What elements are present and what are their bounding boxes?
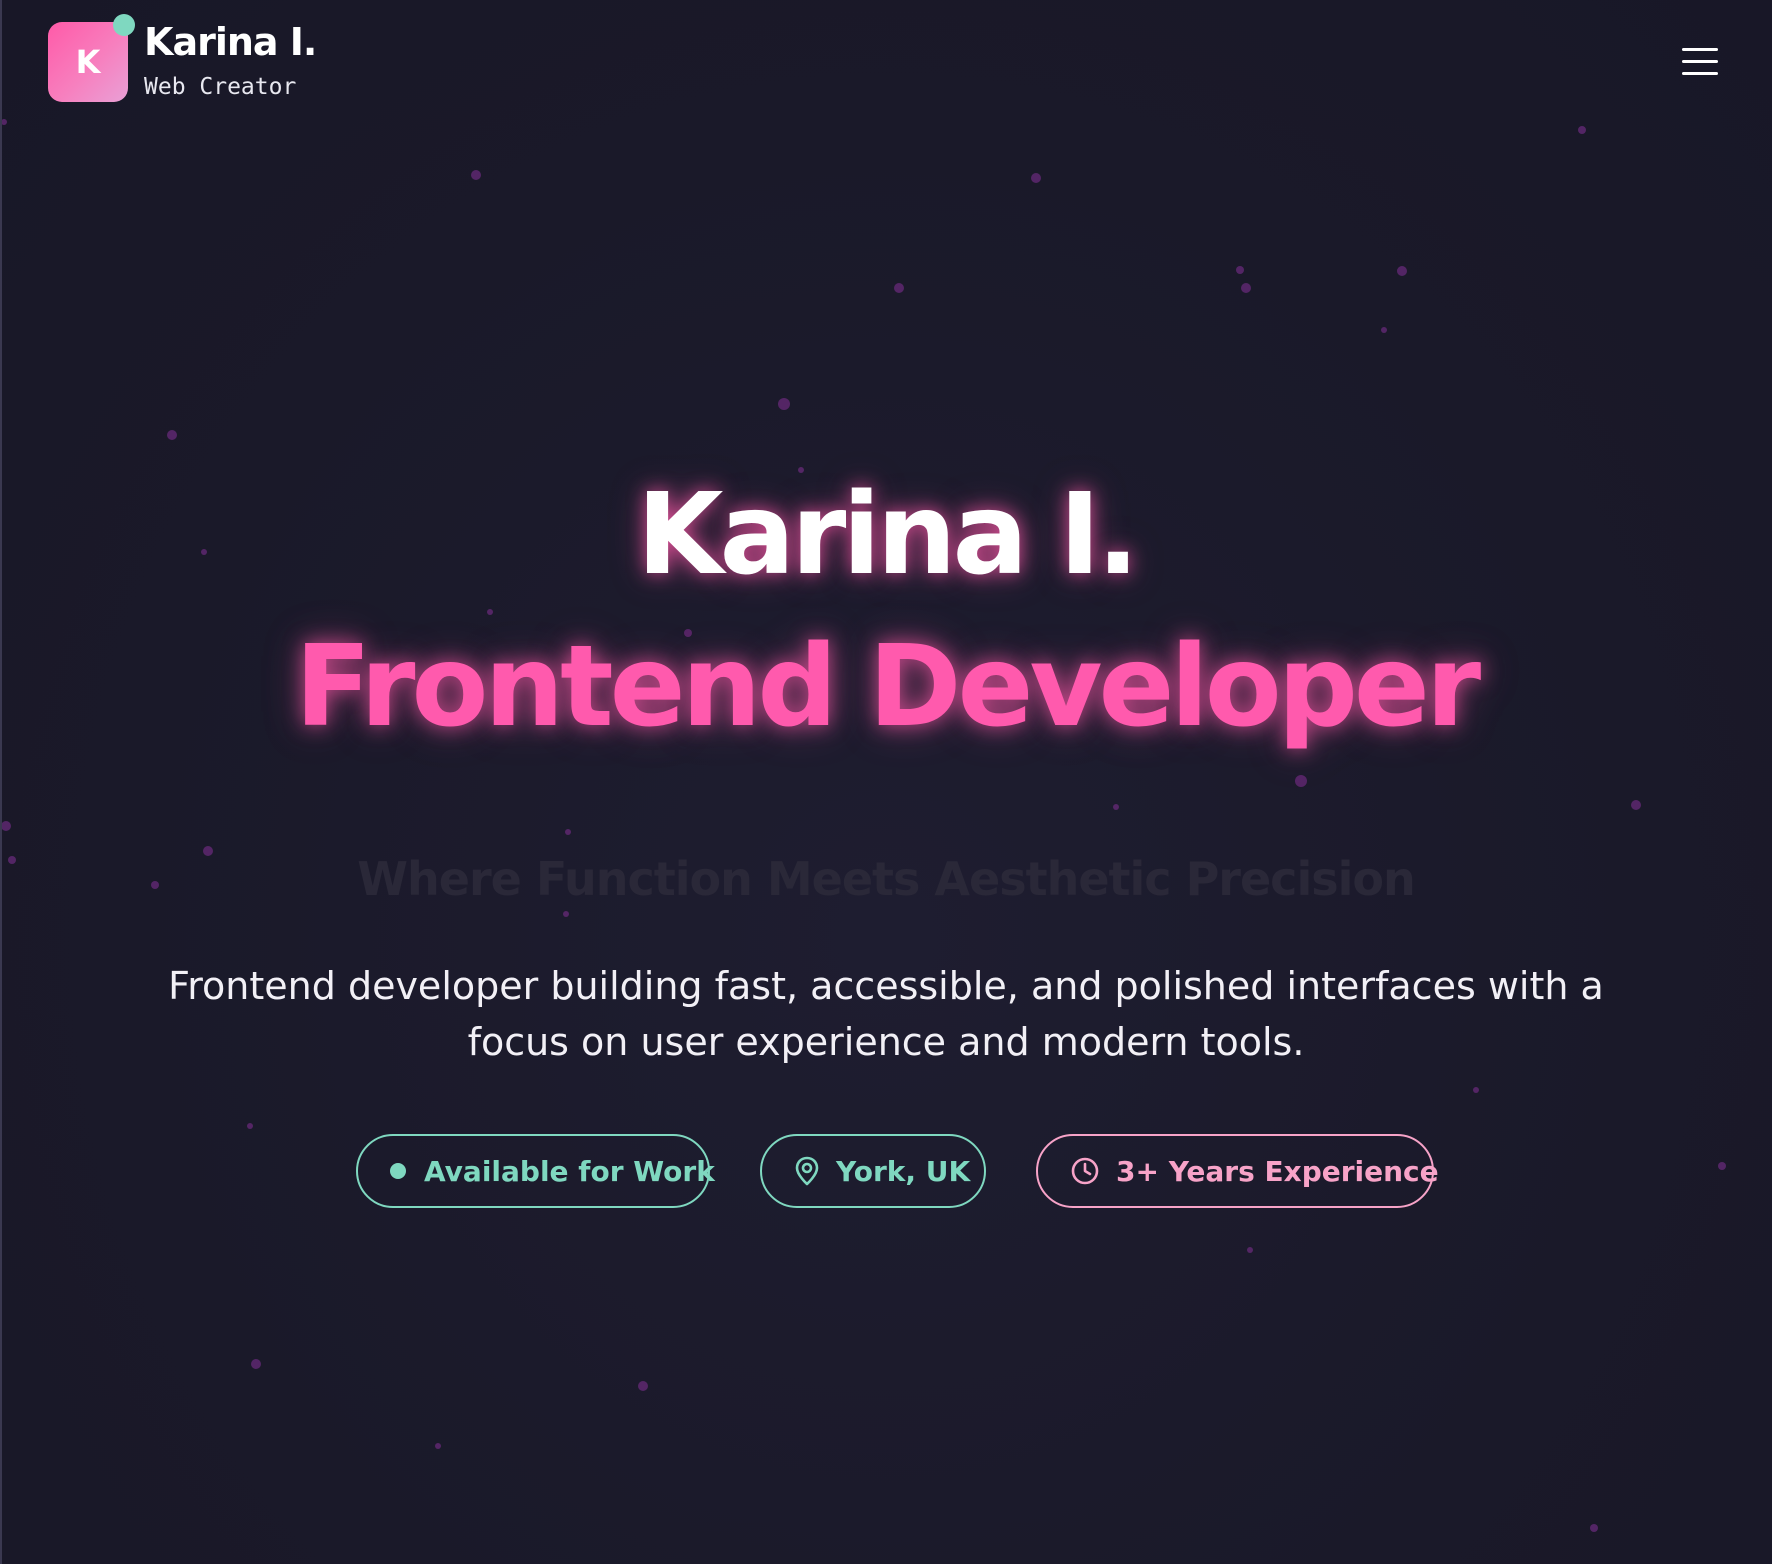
hero-role: Frontend Developer (294, 622, 1481, 752)
experience-label: 3+ Years Experience (1116, 1154, 1439, 1188)
online-status-dot (113, 14, 135, 36)
brand-name[interactable]: Karina I. (144, 20, 317, 64)
brand-tagline: Web Creator (144, 74, 297, 100)
location-badge[interactable]: York, UK (760, 1134, 986, 1208)
hamburger-menu-icon[interactable] (1676, 42, 1724, 82)
particle-field (1, 119, 1726, 1532)
status-dot-icon (390, 1163, 406, 1179)
hero-tagline: Where Function Meets Aesthetic Precision (357, 852, 1415, 906)
available-label: Available for Work (424, 1154, 715, 1188)
logo-letter: K (75, 43, 101, 81)
map-pin-icon (794, 1156, 820, 1186)
hero-description: Frontend developer building fast, access… (168, 964, 1604, 1064)
location-label: York, UK (836, 1154, 971, 1188)
available-for-work-badge[interactable]: Available for Work (356, 1134, 715, 1208)
page-background: K Karina I. Web Creator Karina I. Fronte… (0, 0, 1772, 1564)
clock-icon (1070, 1156, 1100, 1186)
badge-row: Available for Work York, UK 3+ Years Exp… (0, 1134, 1772, 1214)
site-header: K Karina I. Web Creator (0, 0, 1772, 120)
window-left-edge (0, 0, 2, 1564)
logo[interactable]: K (48, 22, 128, 102)
hero-name: Karina I. (636, 470, 1140, 600)
experience-badge[interactable]: 3+ Years Experience (1036, 1134, 1439, 1208)
